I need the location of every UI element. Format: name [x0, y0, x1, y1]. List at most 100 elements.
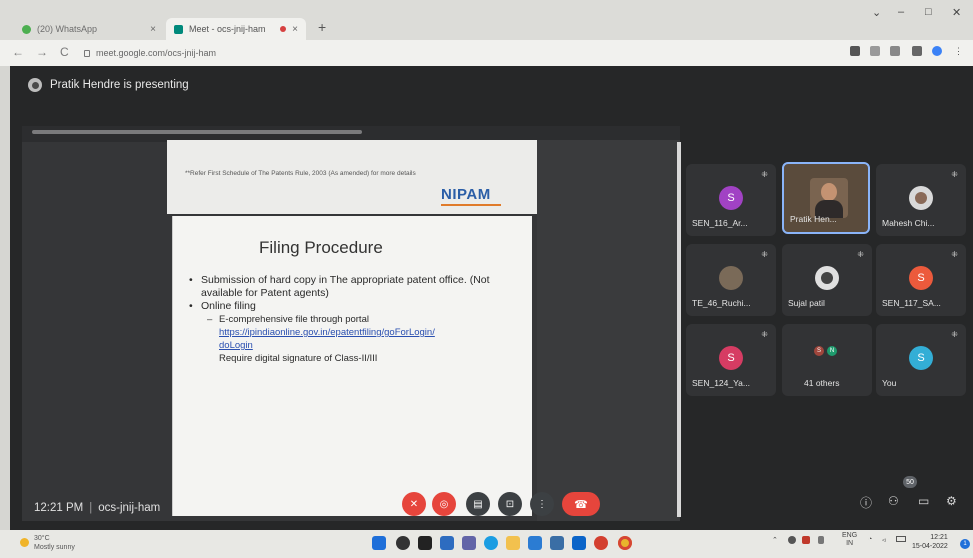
participant-tile[interactable]: ⁜ S SEN_124_Ya...: [686, 324, 776, 396]
participant-name: Sujal patil: [788, 298, 825, 308]
meeting-time: 12:21 PM: [34, 502, 84, 514]
browser-tab-bar: (20) WhatsApp × Meet - ocs-jnij-ham × + …: [0, 0, 973, 40]
participant-name: Mahesh Chi...: [882, 218, 935, 228]
file-explorer-icon[interactable]: [506, 536, 520, 550]
tab-whatsapp[interactable]: (20) WhatsApp ×: [14, 18, 164, 40]
address-bar: ← → C meet.google.com/ocs-jnij-ham ⋮: [0, 40, 973, 66]
tab-meet[interactable]: Meet - ocs-jnij-ham ×: [166, 18, 306, 40]
whatsapp-icon: [22, 24, 31, 34]
close-tab-icon[interactable]: ×: [150, 24, 156, 35]
mic-off-icon: ⁜: [857, 250, 864, 259]
participant-tile-others[interactable]: S N 41 others: [782, 324, 872, 396]
present-icon: ⊡: [505, 498, 515, 510]
tray-app-icon-2[interactable]: [802, 536, 810, 544]
meet-window: Pratik Hendre is presenting **Refer Firs…: [10, 66, 973, 530]
close-tab-icon[interactable]: ×: [292, 24, 298, 35]
avatar: [815, 266, 839, 290]
shared-screen-scrollbar[interactable]: [677, 142, 681, 517]
meeting-code[interactable]: ocs-jnij-ham: [98, 502, 160, 514]
mic-toggle-button[interactable]: ✕: [402, 492, 426, 516]
system-clock[interactable]: 12:21 15-04-2022: [912, 533, 948, 551]
tray-app-icon[interactable]: [788, 536, 796, 544]
screen-root: (20) WhatsApp × Meet - ocs-jnij-ham × + …: [0, 0, 973, 558]
search-icon[interactable]: [396, 536, 410, 550]
participant-tile-presenter[interactable]: Pratik Hen...: [782, 162, 870, 234]
profile-avatar[interactable]: [932, 46, 942, 56]
avatar: [719, 266, 743, 290]
tray-overflow-icon[interactable]: ⌃: [772, 536, 778, 544]
participant-tile[interactable]: ⁜ TE_46_Ruchi...: [686, 244, 776, 316]
info-icon[interactable]: ⓘ: [860, 494, 872, 511]
notification-badge[interactable]: 1: [960, 539, 970, 549]
windows-taskbar: 30°C Mostly sunny ⌃ ENG IN ◔ ◃ 12:21 15-…: [0, 530, 973, 558]
language-indicator[interactable]: ENG IN: [842, 532, 857, 548]
captions-button[interactable]: ▤: [466, 492, 490, 516]
presenter-avatar-icon: [28, 78, 42, 92]
slide-side-panel: [537, 140, 680, 521]
star-icon[interactable]: [890, 46, 900, 56]
forward-button[interactable]: →: [36, 45, 48, 59]
meeting-info: 12:21 PM | ocs-jnij-ham: [34, 502, 161, 514]
app-icon[interactable]: [550, 536, 564, 550]
end-call-button[interactable]: ☎: [562, 492, 600, 516]
tab-search-icon[interactable]: ⌄: [872, 6, 881, 19]
portal-link-continued[interactable]: doLogin: [189, 339, 509, 352]
lock-icon: [84, 49, 90, 57]
widgets-icon[interactable]: [440, 536, 454, 550]
avatar: [909, 186, 933, 210]
present-button[interactable]: ⊡: [498, 492, 522, 516]
participant-tile[interactable]: ⁜ S SEN_116_Ar...: [686, 164, 776, 236]
store-icon[interactable]: [528, 536, 542, 550]
share-icon[interactable]: [870, 46, 880, 56]
clock-time: 12:21: [930, 534, 948, 541]
more-options-button[interactable]: ⋮: [530, 492, 554, 516]
bullet-online-filing: Online filing: [189, 300, 509, 313]
maximize-button[interactable]: □: [925, 6, 932, 18]
participant-tile[interactable]: ⁜ Sujal patil: [782, 244, 872, 316]
edge-icon[interactable]: [484, 536, 498, 550]
mic-off-icon: ⁜: [761, 170, 768, 179]
chrome-icon[interactable]: [618, 536, 632, 550]
extension-icon[interactable]: [912, 46, 922, 56]
camera-off-icon: ◎: [439, 498, 449, 510]
tab-title: Meet - ocs-jnij-ham: [189, 24, 266, 34]
url-field[interactable]: meet.google.com/ocs-jnij-ham: [84, 45, 824, 61]
back-button[interactable]: ←: [12, 45, 24, 59]
camera-toggle-button[interactable]: ◎: [432, 492, 456, 516]
activities-icon[interactable]: ⚙: [946, 494, 957, 508]
teams-icon[interactable]: [462, 536, 476, 550]
battery-icon[interactable]: [896, 536, 906, 542]
minimize-button[interactable]: –: [898, 6, 904, 18]
tray-mic-icon[interactable]: [818, 536, 824, 544]
participant-name: 41 others: [804, 378, 840, 388]
hang-up-icon: ☎: [574, 498, 588, 511]
language-code: ENG: [842, 532, 858, 539]
chat-icon[interactable]: ▭: [918, 494, 929, 508]
weather-temp: 30°C: [34, 535, 50, 542]
wifi-icon[interactable]: ◔: [868, 536, 872, 543]
volume-icon[interactable]: ◃: [882, 536, 886, 544]
app-red-icon[interactable]: [594, 536, 608, 550]
participant-tile[interactable]: ⁜ S SEN_117_SA...: [876, 244, 966, 316]
mic-off-icon: ✕: [409, 498, 419, 510]
close-window-button[interactable]: ✕: [952, 6, 961, 19]
task-view-icon[interactable]: [418, 536, 432, 550]
sub-bullet-portal: E-comprehensive file through portal: [189, 313, 509, 326]
slide-footnote: **Refer First Schedule of The Patents Ru…: [185, 170, 416, 177]
people-icon[interactable]: ⚇: [888, 494, 899, 508]
new-tab-button[interactable]: +: [318, 19, 326, 35]
participant-count-badge: 50: [903, 476, 917, 488]
camera-icon[interactable]: [850, 46, 860, 56]
reload-button[interactable]: C: [60, 45, 69, 59]
portal-link[interactable]: https://ipindiaonline.gov.in/epatentfili…: [189, 326, 509, 339]
digital-signature-note: Require digital signature of Class-II/II…: [219, 353, 378, 364]
menu-icon[interactable]: ⋮: [954, 46, 963, 56]
windows-start-icon[interactable]: [372, 536, 386, 550]
weather-widget[interactable]: 30°C Mostly sunny: [34, 534, 75, 552]
participant-name: You: [882, 378, 897, 388]
presenting-text: Pratik Hendre is presenting: [50, 79, 189, 91]
mail-icon[interactable]: [572, 536, 586, 550]
participant-name: SEN_117_SA...: [882, 298, 941, 308]
participant-tile[interactable]: ⁜ Mahesh Chi...: [876, 164, 966, 236]
participant-tile-self[interactable]: ⁜ S You: [876, 324, 966, 396]
